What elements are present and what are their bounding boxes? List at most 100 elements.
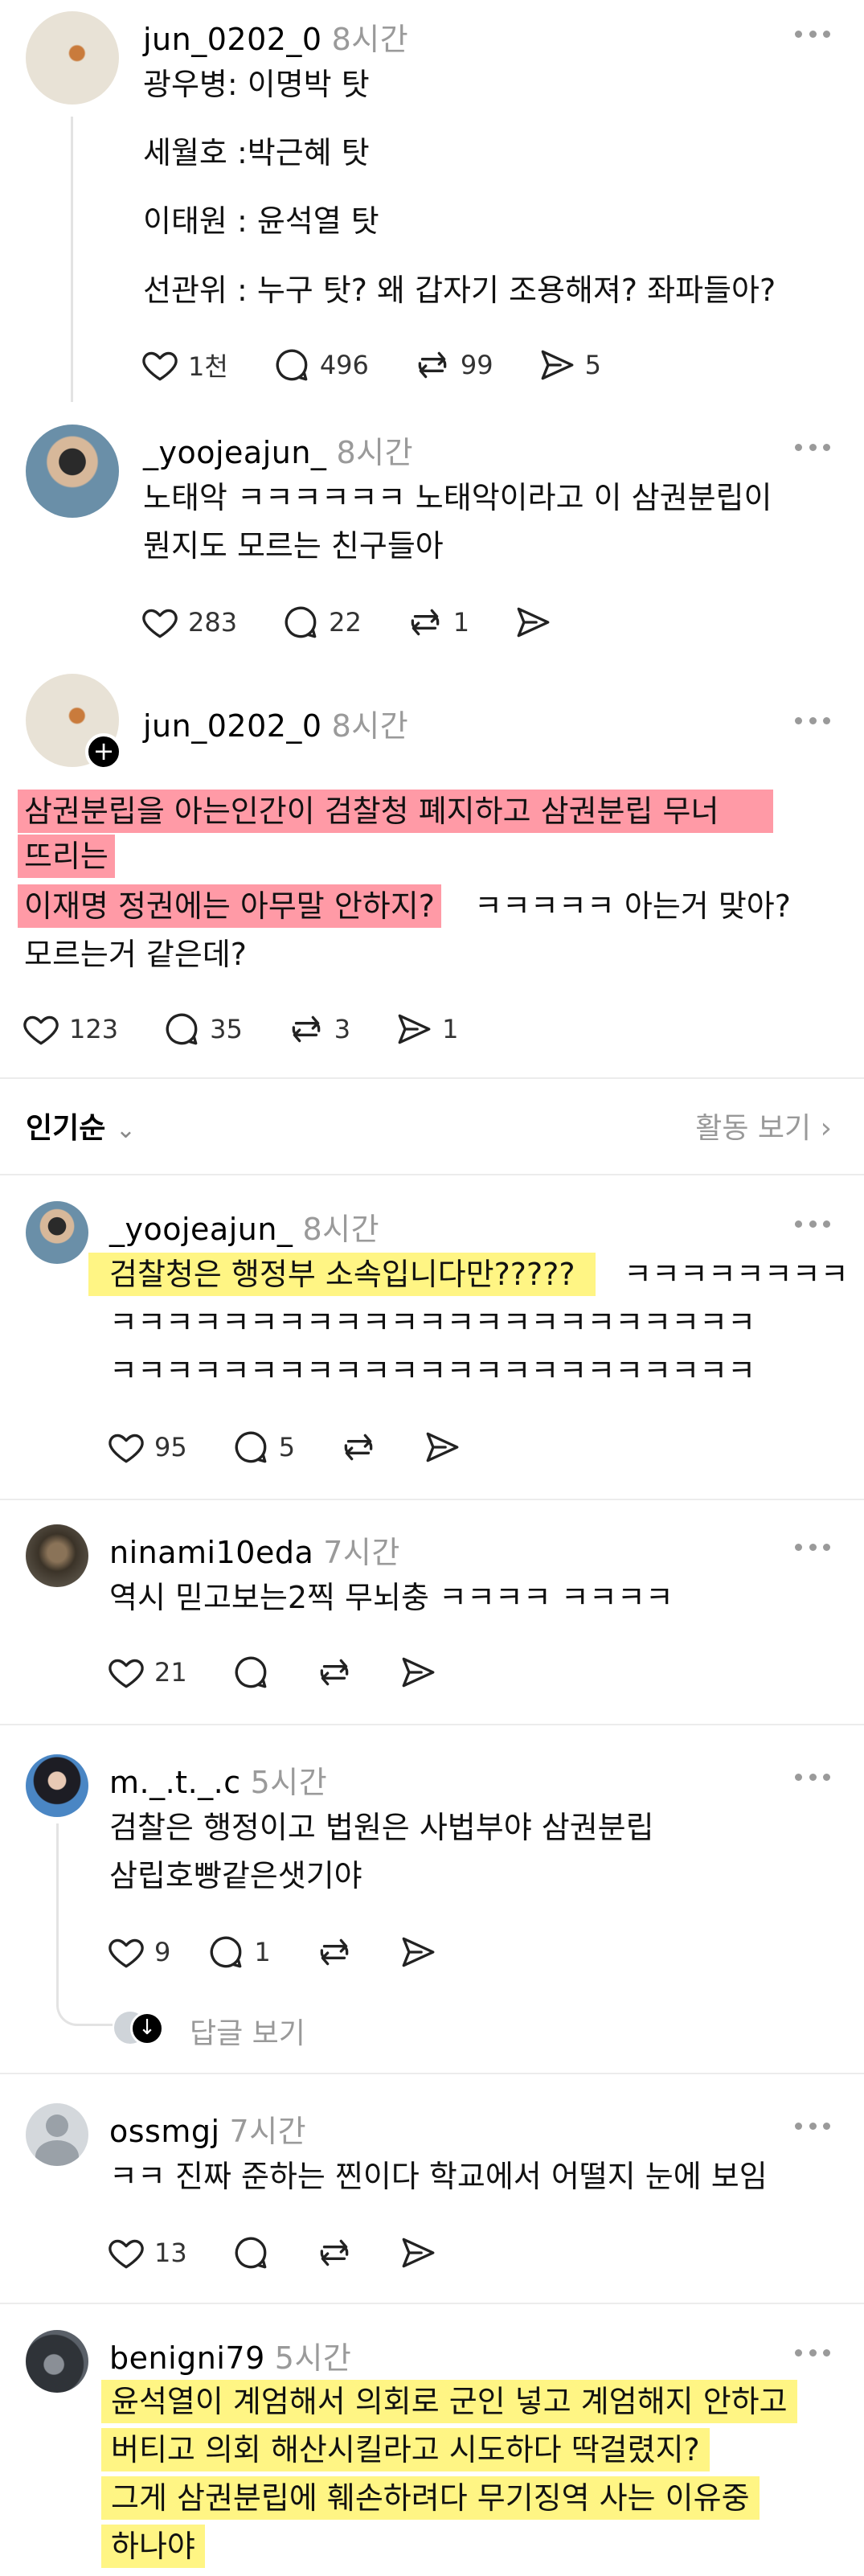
more-options-icon[interactable] xyxy=(795,29,830,39)
comment-button[interactable]: 35 xyxy=(162,1009,243,1049)
comment-count: 1 xyxy=(254,1937,271,1967)
like-count: 9 xyxy=(154,1937,171,1967)
view-replies-link[interactable]: 답글 보기 xyxy=(190,2010,305,2052)
comment-button[interactable] xyxy=(231,2233,271,2273)
avatar[interactable] xyxy=(26,11,119,105)
like-button[interactable]: 13 xyxy=(106,2233,187,2273)
share-count: 1 xyxy=(442,1014,459,1044)
comment-button[interactable]: 5 xyxy=(231,1427,295,1467)
timestamp: 5시간 xyxy=(274,2340,352,2376)
username[interactable]: benigni79 xyxy=(109,2340,265,2376)
username[interactable]: _yoojeajun_ xyxy=(143,435,326,470)
default-avatar-head xyxy=(46,2115,68,2137)
share-button[interactable] xyxy=(398,1932,438,1972)
like-button[interactable]: 9 xyxy=(106,1932,170,1972)
reply-text: ㅋㅋㅋㅋㅋㅋㅋㅋㅋㅋㅋㅋㅋㅋㅋㅋㅋㅋㅋㅋㅋㅋㅋ xyxy=(109,1353,756,1388)
more-options-icon[interactable] xyxy=(795,2121,830,2131)
divider xyxy=(0,2073,864,2074)
repost-button[interactable] xyxy=(338,1427,379,1467)
repost-button[interactable] xyxy=(314,1932,354,1972)
like-button[interactable]: 123 xyxy=(21,1009,118,1049)
reply-header: _yoojeajun_ 8시간 xyxy=(109,1204,379,1249)
more-options-icon[interactable] xyxy=(795,442,830,452)
more-options-icon[interactable] xyxy=(795,1542,830,1552)
sort-dropdown[interactable]: 인기순 ⌄ xyxy=(26,1105,136,1146)
reply-text: ㅋㅋ 진짜 준하는 찐이다 학교에서 어떨지 눈에 보임 xyxy=(109,2159,768,2194)
comment-button[interactable] xyxy=(231,1652,271,1692)
divider xyxy=(0,1724,864,1725)
comment-button[interactable]: 1 xyxy=(206,1932,271,1972)
more-options-icon[interactable] xyxy=(795,1772,830,1782)
reply-text: 버티고 의회 해산시킬라고 시도하다 딱걸렸지? xyxy=(101,2428,710,2471)
post-header: jun_0202_0 8시간 xyxy=(143,14,408,59)
comment-button[interactable]: 22 xyxy=(280,602,362,642)
post-text: 노태악 ㅋㅋㅋㅋㅋㅋ 노태악이라고 이 삼권분립이 xyxy=(143,480,772,515)
timestamp: 8시간 xyxy=(331,22,409,57)
like-count: 283 xyxy=(188,607,238,638)
username[interactable]: ninami10eda xyxy=(109,1535,313,1570)
avatar[interactable] xyxy=(26,2330,88,2393)
share-button[interactable]: 5 xyxy=(537,345,601,385)
reply-header: benigni79 5시간 xyxy=(109,2333,351,2377)
more-options-icon[interactable] xyxy=(795,1219,830,1229)
like-button[interactable]: 21 xyxy=(106,1652,187,1692)
like-button[interactable]: 283 xyxy=(140,602,237,642)
like-count: 95 xyxy=(154,1432,187,1462)
timestamp: 8시간 xyxy=(302,1212,380,1247)
reply-text: 역시 믿고보는2찍 무뇌충 ㅋㅋㅋㅋ ㅋㅋㅋㅋ xyxy=(109,1580,674,1615)
avatar[interactable] xyxy=(26,1201,88,1264)
share-button[interactable] xyxy=(422,1427,462,1467)
avatar[interactable] xyxy=(26,1524,88,1587)
avatar[interactable] xyxy=(26,425,119,518)
repost-button[interactable] xyxy=(314,2233,354,2273)
comment-count: 496 xyxy=(319,350,369,380)
username[interactable]: jun_0202_0 xyxy=(143,22,322,57)
share-count: 5 xyxy=(584,350,601,380)
like-count: 21 xyxy=(154,1657,187,1688)
like-button[interactable]: 1천 xyxy=(140,345,228,385)
follow-plus-icon[interactable]: + xyxy=(85,733,122,770)
reply-text: 검찰은 행정이고 법원은 사법부야 삼권분립 xyxy=(109,1810,654,1845)
heart-icon xyxy=(106,1652,146,1692)
avatar[interactable] xyxy=(26,2103,88,2166)
share-button[interactable] xyxy=(513,602,553,642)
reply-text: 그게 삼권분립에 훼손하려다 무기징역 사는 이유중 xyxy=(101,2476,760,2520)
reply-header: ninami10eda 7시간 xyxy=(109,1528,400,1572)
share-button[interactable]: 1 xyxy=(394,1009,459,1049)
repost-icon xyxy=(314,1932,354,1972)
username[interactable]: ossmgj xyxy=(109,2114,220,2149)
comment-button[interactable]: 496 xyxy=(272,345,369,385)
post-text: 모르는거 같은데? xyxy=(24,937,247,972)
more-options-icon[interactable] xyxy=(795,2348,830,2357)
post-header: jun_0202_0 8시간 xyxy=(143,701,408,745)
share-button[interactable] xyxy=(398,2233,438,2273)
default-avatar-body xyxy=(35,2140,79,2166)
like-button[interactable]: 95 xyxy=(106,1427,187,1467)
divider xyxy=(0,2303,864,2304)
chevron-down-icon: ⌄ xyxy=(115,1116,137,1144)
username[interactable]: jun_0202_0 xyxy=(143,708,322,744)
username[interactable]: _yoojeajun_ xyxy=(109,1212,293,1247)
reply-actions: 9 1 xyxy=(106,1928,481,1976)
comment-icon xyxy=(231,1652,271,1692)
username[interactable]: m._.t._.c xyxy=(109,1765,241,1800)
repost-button[interactable] xyxy=(314,1652,354,1692)
comment-count: 22 xyxy=(329,607,362,638)
repost-icon xyxy=(405,602,445,642)
repost-button[interactable]: 99 xyxy=(412,345,493,385)
repost-button[interactable]: 3 xyxy=(286,1009,350,1049)
post-text: ㅋㅋㅋㅋㅋ 아는거 맞아? xyxy=(474,888,791,924)
share-button[interactable] xyxy=(398,1652,438,1692)
comment-icon xyxy=(280,602,321,642)
post-text: 광우병: 이명박 탓 xyxy=(143,67,370,102)
timestamp: 8시간 xyxy=(336,435,414,470)
repost-count: 3 xyxy=(334,1014,351,1044)
more-options-icon[interactable] xyxy=(795,716,830,725)
like-count: 13 xyxy=(154,2238,187,2268)
post-actions: 123 35 3 1 xyxy=(21,1005,502,1053)
comment-icon xyxy=(231,1427,271,1467)
repost-button[interactable]: 1 xyxy=(405,602,469,642)
sort-label: 인기순 xyxy=(26,1112,106,1145)
avatar[interactable] xyxy=(26,1754,88,1817)
activity-link[interactable]: 활동 보기 › xyxy=(695,1105,832,1146)
